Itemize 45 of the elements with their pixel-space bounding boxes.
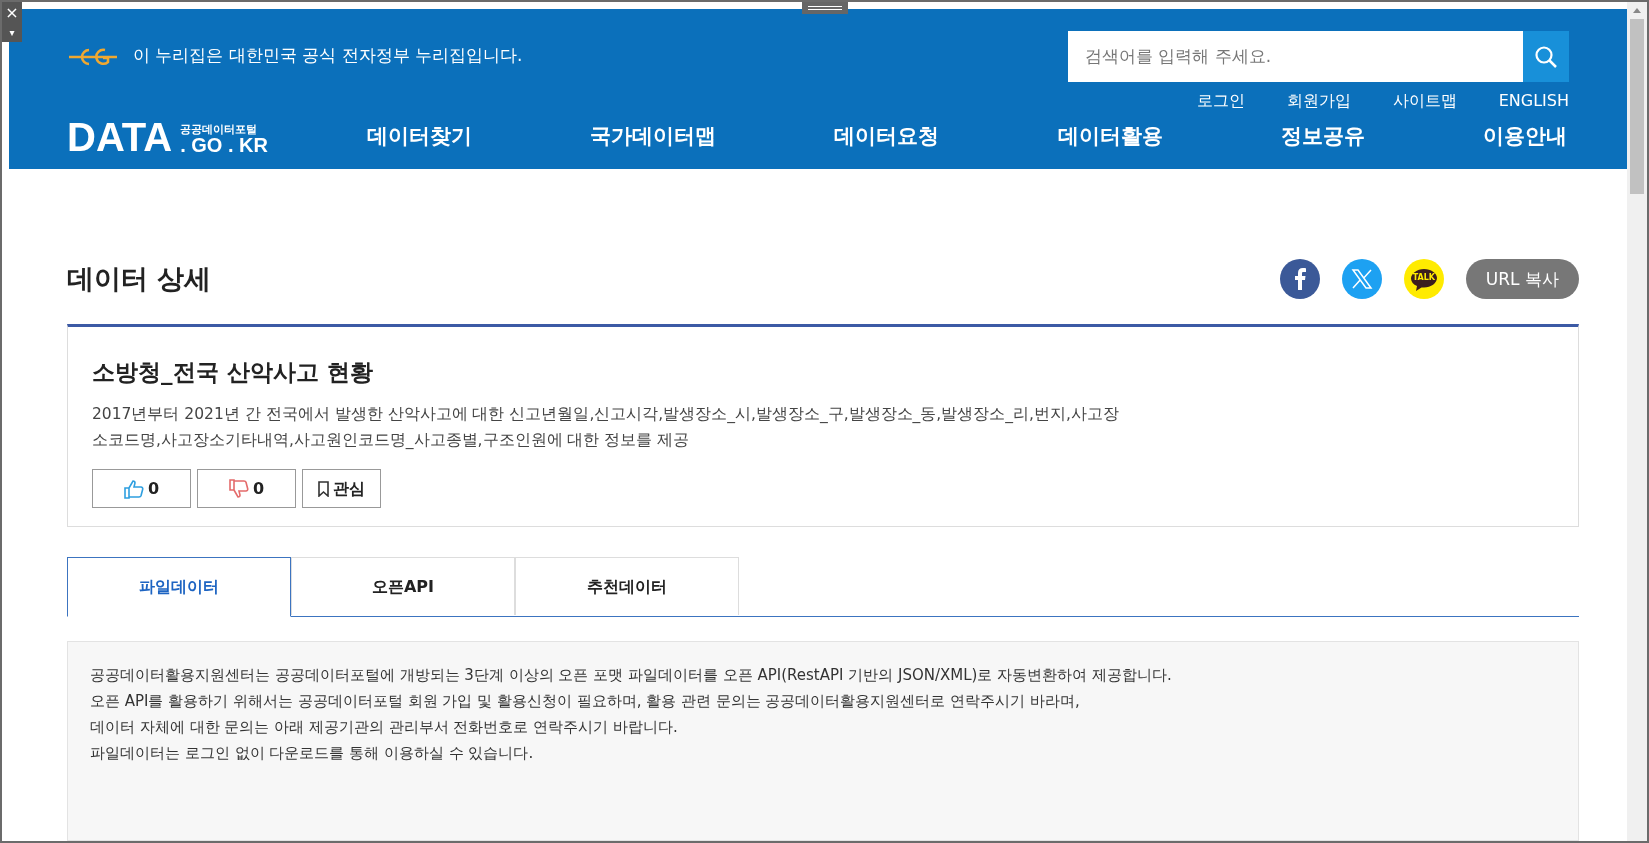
scroll-up-icon[interactable] <box>1633 8 1641 13</box>
bookmark-icon <box>318 480 329 497</box>
thumbs-up-icon <box>123 478 144 499</box>
facebook-icon <box>1293 268 1306 291</box>
talk-label: TALK <box>1412 271 1435 284</box>
nav-menu-item[interactable]: 데이터요청 <box>834 121 940 153</box>
search-icon <box>1534 44 1558 69</box>
tab[interactable]: 오픈API <box>291 557 515 615</box>
nav-menu-item[interactable]: 이용안내 <box>1482 121 1567 153</box>
x-share-button[interactable] <box>1341 259 1382 300</box>
info-text: 오픈 API를 활용하기 위해서는 공공데이터포털 회원 가입 및 활용신청이 필요하며, 활용 관련 문의는 공공데이터활용지원센터로 연락주시기 바라며, <box>90 691 1081 712</box>
info-text: 파일데이터는 로그인 없이 다운로드를 통해 이용하실 수 있습니다. <box>90 743 535 764</box>
page-title: 데이터 상세 <box>67 262 212 296</box>
close-button[interactable]: × <box>5 2 19 24</box>
url-copy-button[interactable]: URL 복사 <box>1465 259 1579 300</box>
scrollbar[interactable] <box>1627 2 1647 841</box>
header-link[interactable]: 로그인 <box>1196 89 1245 113</box>
x-logo-icon <box>1350 268 1373 291</box>
notice-text: 이 누리집은 대한민국 공식 전자정부 누리집입니다. <box>133 44 523 67</box>
header-link[interactable]: 회원가입 <box>1286 89 1351 113</box>
nav-menu-item[interactable]: 정보공유 <box>1280 121 1365 153</box>
scrollbar-thumb[interactable] <box>1630 19 1644 194</box>
header-link[interactable]: ENGLISH <box>1498 89 1569 113</box>
dataset-description: 소코드명,사고장소기타내역,사고원인코드명_사고종별,구조인원에 대한 정보를 제공 <box>92 430 691 451</box>
facebook-share-button[interactable] <box>1279 259 1320 300</box>
info-text: 데이터 자체에 대한 문의는 아래 제공기관의 관리부서 전화번호로 연락주시기 바랍니다. <box>90 717 679 738</box>
nav-menu-item[interactable]: 국가데이터맵 <box>590 121 717 153</box>
header-link[interactable]: 사이트맵 <box>1392 89 1457 113</box>
like-button[interactable]: 0 <box>92 469 191 508</box>
tab[interactable]: 파일데이터 <box>67 557 291 617</box>
drag-handle-icon[interactable] <box>802 2 848 14</box>
nav-menu-item[interactable]: 데이터찾기 <box>367 121 472 153</box>
tab[interactable]: 추천데이터 <box>515 557 739 615</box>
bookmark-button[interactable]: 관심 <box>302 469 381 508</box>
search-button[interactable] <box>1523 31 1569 82</box>
dropdown-button[interactable]: ▾ <box>9 24 15 42</box>
kakaotalk-share-button[interactable]: TALK <box>1403 259 1444 300</box>
speech-bubble-icon <box>1409 268 1438 293</box>
thumbs-down-icon <box>228 478 249 499</box>
info-text: 공공데이터활용지원센터는 공공데이터포털에 개방되는 3단계 이상의 오픈 포맷 파일데이터를 오픈 API(RestAPI 기반의 JSON/XML)로 자동변환하여 제공합니다. <box>90 665 1173 686</box>
dislike-button[interactable]: 0 <box>197 469 296 508</box>
dataset-description: 2017년부터 2021년 간 전국에서 발생한 산악사고에 대한 신고년월일,신고시각,발생장소_시,발생장소_구,발생장소_동,발생장소_리,번지,사고장 <box>92 404 1120 425</box>
search-field[interactable]: 검색어를 입력해 주세요. <box>1068 31 1523 82</box>
dataset-title: 소방청_전국 산악사고 현황 <box>92 357 374 387</box>
nav-menu-item[interactable]: 데이터활용 <box>1057 121 1163 153</box>
